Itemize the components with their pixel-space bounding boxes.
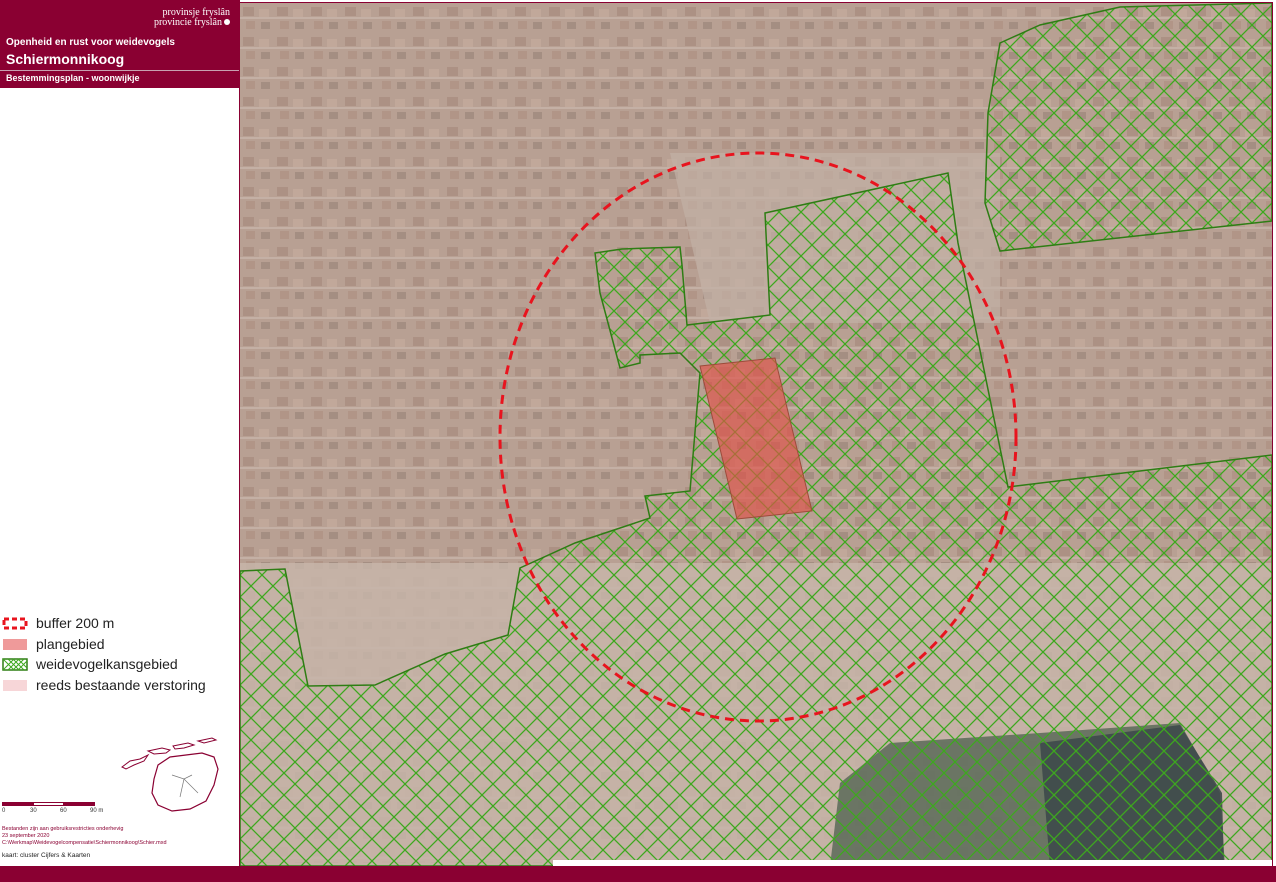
scale-label: 60 (60, 808, 67, 814)
map-notes: Bestanden zijn aan gebruiksrestricties o… (2, 826, 167, 847)
legend-label-verstoring: reeds bestaande verstoring (36, 676, 206, 693)
scale-label: 90 m (90, 808, 104, 814)
map-subtitle: Openheid en rust voor weidevogels (6, 37, 175, 48)
pink-fill-icon (3, 679, 27, 691)
scale-label: 30 (30, 808, 37, 814)
logo-line-2-text: provincie fryslân (153, 17, 222, 28)
title-header: provinsje fryslân provincie fryslân Open… (0, 0, 240, 88)
bottom-brand-bar (0, 866, 1276, 882)
logo-mark-icon (224, 19, 230, 25)
dashed-red-outline-icon (2, 617, 28, 630)
note-line: C:\Werkmap\Weidevogelcompensatie\Schierm… (2, 840, 167, 846)
logo-line-2: provincie fryslân (154, 18, 230, 28)
scale-segment (33, 802, 64, 806)
friesland-inset-map (121, 737, 219, 812)
scale-segment (2, 802, 33, 806)
map-layout: provinsje fryslân provincie fryslân Open… (0, 0, 1276, 882)
legend-label-buffer: buffer 200 m (36, 615, 115, 631)
map-canvas[interactable] (240, 3, 1272, 866)
legend-panel: provinsje fryslân provincie fryslân Open… (0, 0, 240, 860)
scale-segment (64, 802, 95, 806)
plan-label: Bestemmingsplan - woonwijkje (6, 73, 140, 83)
note-line: 23 september 2020 (2, 833, 50, 839)
scale-label: 0 (2, 808, 6, 814)
green-crosshatch-icon (2, 658, 28, 671)
red-fill-icon (3, 638, 27, 650)
legend-label-plangebied: plangebied (36, 635, 105, 652)
scale-bar: 0 30 60 90 m (2, 798, 112, 818)
legend-label-weidevogel: weidevogelkansgebied (36, 656, 178, 672)
header-divider (0, 70, 240, 71)
note-line: Bestanden zijn aan gebruiksrestricties o… (2, 826, 124, 832)
map-title: Schiermonnikoog (6, 51, 125, 67)
map-credit: kaart: cluster Cijfers & Kaarten (2, 852, 91, 859)
weidevogel-zone-northeast (984, 3, 1272, 252)
province-logo: provinsje fryslân provincie fryslân (154, 8, 230, 28)
